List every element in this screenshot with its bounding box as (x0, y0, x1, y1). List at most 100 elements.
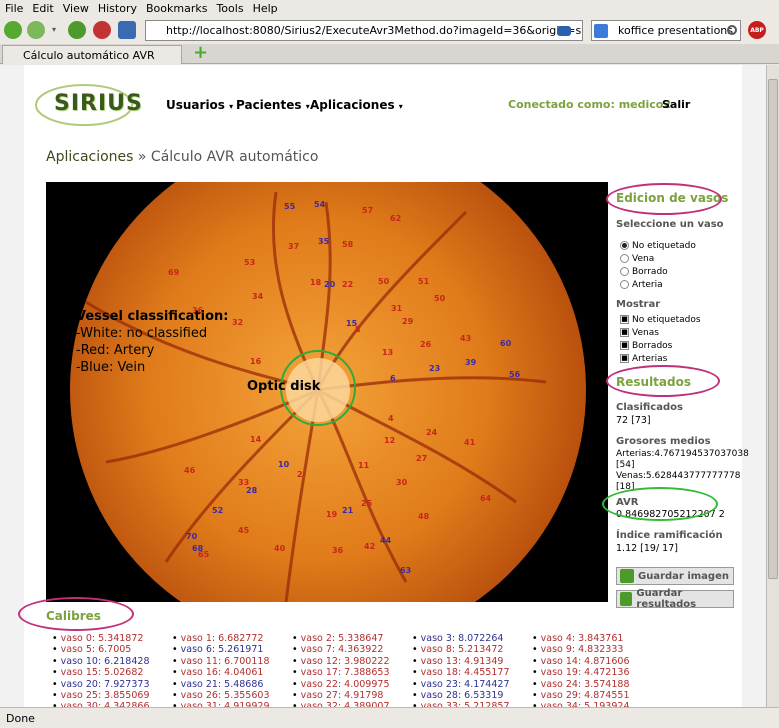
menu-view[interactable]: View (63, 2, 89, 15)
radio-arteria[interactable]: Arteria (620, 278, 696, 291)
vessel-label[interactable]: 46 (184, 466, 195, 475)
vessel-label[interactable]: 14 (250, 435, 261, 444)
checkbox-icon[interactable]: ■ (620, 315, 629, 324)
checkbox-arterias[interactable]: ■ Arterias (620, 352, 701, 365)
vessel-label[interactable]: 69 (168, 268, 179, 277)
checkbox-no-etiquetados[interactable]: ■ No etiquetados (620, 313, 701, 326)
logout-link[interactable]: Salir (662, 98, 690, 111)
checkbox-venas[interactable]: ■ Venas (620, 326, 701, 339)
vessel-label[interactable]: 39 (465, 358, 476, 367)
vessel-label[interactable]: 40 (274, 544, 285, 553)
vessel-label[interactable]: 10 (278, 460, 289, 469)
vessel-label[interactable]: 36 (332, 546, 343, 555)
vessel-label[interactable]: 53 (244, 258, 255, 267)
vessel-label[interactable]: 31 (391, 304, 402, 313)
vessel-label[interactable]: 51 (418, 277, 429, 286)
radio-icon[interactable] (620, 267, 629, 276)
vessel-label[interactable]: 24 (426, 428, 437, 437)
vertical-scrollbar[interactable] (766, 65, 779, 707)
vessel-label[interactable]: 44 (380, 536, 391, 545)
vessel-label[interactable]: 64 (480, 494, 491, 503)
vessel-label[interactable]: 35 (318, 237, 329, 246)
vessel-label[interactable]: 57 (362, 206, 373, 215)
vessel-label[interactable]: 26 (420, 340, 431, 349)
search-icon[interactable] (727, 25, 737, 35)
radio-icon[interactable] (620, 241, 629, 250)
radio-icon[interactable] (620, 280, 629, 289)
scrollbar-thumb[interactable] (768, 79, 778, 579)
vessel-label[interactable]: 34 (252, 292, 263, 301)
menu-tools[interactable]: Tools (216, 2, 243, 15)
breadcrumb-parent[interactable]: Aplicaciones (46, 149, 133, 165)
retina-image[interactable]: 55 54 57 62 50 35 58 37 53 69 20 22 18 34 51 50 31 29 15 8 3… (46, 182, 608, 602)
tab-active[interactable]: Cálculo automático AVR (2, 45, 182, 64)
stop-button[interactable] (93, 21, 111, 39)
vessel-label[interactable]: 55 (284, 202, 295, 211)
vessel-label[interactable]: 65 (198, 550, 209, 559)
menu-edit[interactable]: Edit (32, 2, 53, 15)
menu-file[interactable]: File (5, 2, 23, 15)
vessel-label[interactable]: 21 (342, 506, 353, 515)
vessel-label[interactable]: 45 (238, 526, 249, 535)
vessel-label[interactable]: 50 (434, 294, 445, 303)
radio-icon[interactable] (620, 254, 629, 263)
adblock-icon[interactable]: ABP (748, 21, 766, 39)
vessel-label[interactable]: 43 (460, 334, 471, 343)
vessel-label[interactable]: 20 (324, 280, 335, 289)
menu-pacientes[interactable]: Pacientes ▾ (236, 98, 310, 112)
vessel-label[interactable]: 56 (509, 370, 520, 379)
sirius-logo[interactable]: SIRIUS (34, 79, 144, 129)
new-tab-button[interactable]: + (193, 44, 209, 62)
vessel-label[interactable]: 70 (186, 532, 197, 541)
reload-button[interactable] (68, 21, 86, 39)
vessel-label[interactable]: 63 (400, 566, 411, 575)
vessel-label[interactable]: 22 (342, 280, 353, 289)
menu-help[interactable]: Help (253, 2, 278, 15)
radio-no-etiquetado[interactable]: No etiquetado (620, 239, 696, 252)
vessel-label[interactable]: 54 (314, 200, 325, 209)
checkbox-icon[interactable]: ■ (620, 328, 629, 337)
vessel-label[interactable]: 11 (358, 461, 369, 470)
history-dropdown-icon[interactable]: ▾ (52, 25, 56, 34)
forward-button[interactable] (27, 21, 45, 39)
vessel-label[interactable]: 42 (364, 542, 375, 551)
search-input[interactable]: koffice presentations (591, 20, 741, 41)
menu-bookmarks[interactable]: Bookmarks (146, 2, 207, 15)
vessel-label[interactable]: 48 (418, 512, 429, 521)
vessel-label[interactable]: 19 (326, 510, 337, 519)
menu-usuarios[interactable]: Usuarios ▾ (166, 98, 233, 112)
guardar-imagen-button[interactable]: Guardar imagen (616, 567, 734, 585)
vessel-label[interactable]: 60 (500, 339, 511, 348)
vessel-label[interactable]: 2 (297, 470, 303, 479)
checkbox-icon[interactable]: ■ (620, 341, 629, 350)
vessel-label[interactable]: 4 (388, 414, 394, 423)
vessel-label[interactable]: 13 (382, 348, 393, 357)
menu-aplicaciones[interactable]: Aplicaciones ▾ (310, 98, 403, 112)
vessel-label[interactable]: 8 (355, 325, 361, 334)
vessel-label[interactable]: 52 (212, 506, 223, 515)
vessel-label[interactable]: 27 (416, 454, 427, 463)
checkbox-icon[interactable]: ■ (620, 354, 629, 363)
search-engine-icon[interactable] (594, 24, 608, 38)
radio-borrado[interactable]: Borrado (620, 265, 696, 278)
vessel-label[interactable]: 25 (361, 499, 372, 508)
rss-icon[interactable] (557, 26, 571, 36)
vessel-label[interactable]: 23 (429, 364, 440, 373)
vessel-label[interactable]: 28 (246, 486, 257, 495)
vessel-label[interactable]: 29 (402, 317, 413, 326)
home-button[interactable] (118, 21, 136, 39)
vessel-label[interactable]: 41 (464, 438, 475, 447)
vessel-label[interactable]: 12 (384, 436, 395, 445)
vessel-label[interactable]: 18 (310, 278, 321, 287)
url-input[interactable]: http://localhost:8080/Sirius2/ExecuteAvr… (145, 20, 583, 41)
vessel-label[interactable]: 50 (378, 277, 389, 286)
vessel-label[interactable]: 16 (250, 357, 261, 366)
guardar-resultados-button[interactable]: Guardar resultados (616, 588, 734, 610)
checkbox-borrados[interactable]: ■ Borrados (620, 339, 701, 352)
vessel-label[interactable]: 62 (390, 214, 401, 223)
vessel-label[interactable]: 37 (288, 242, 299, 251)
vessel-label[interactable]: 58 (342, 240, 353, 249)
back-button[interactable] (4, 21, 22, 39)
vessel-label[interactable]: 32 (232, 318, 243, 327)
menu-history[interactable]: History (98, 2, 137, 15)
